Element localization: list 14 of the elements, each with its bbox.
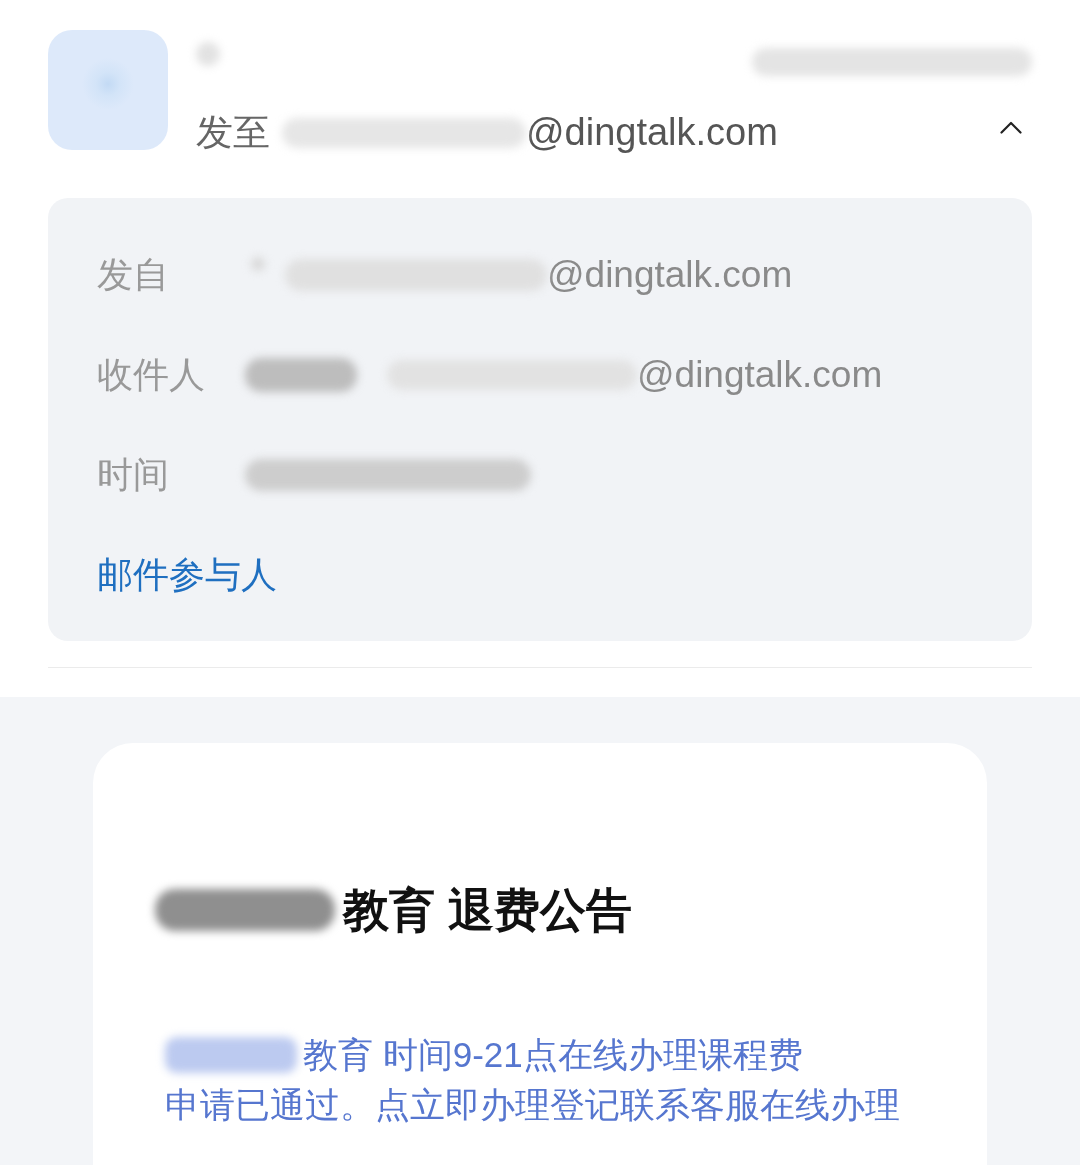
message-text: 申请已通过。点立即办理登记联系客服在线办理 [165, 1084, 900, 1126]
blurred-text [196, 42, 220, 66]
field-label: 收件人 [97, 353, 206, 397]
email-address: @dingtalk.com [547, 253, 793, 297]
recipient-address: @dingtalk.com [526, 110, 778, 155]
participants-link[interactable]: 邮件参与人 [97, 550, 277, 600]
chevron-up-icon[interactable] [1000, 121, 1022, 134]
field-label: 发自 [97, 253, 170, 297]
recipient-label: 发至 [196, 111, 270, 155]
message-title: 教育 退费公告 [343, 883, 632, 938]
field-label: 时间 [97, 453, 170, 497]
email-address: @dingtalk.com [637, 353, 883, 397]
message-text: 教育 时间9-21点在线办理课程费 [303, 1034, 803, 1076]
avatar-icon [48, 30, 168, 150]
